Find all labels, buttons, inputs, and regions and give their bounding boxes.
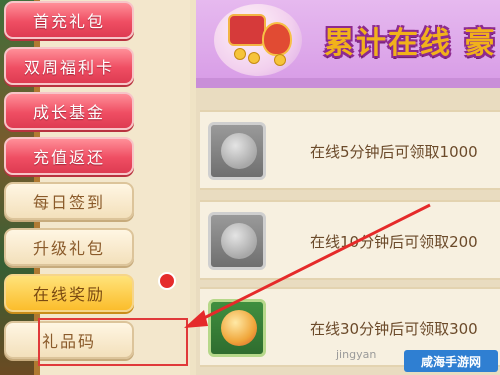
reward-text: 在线5分钟后可领取1000 xyxy=(310,143,478,161)
reward-text: 在线10分钟后可领取200 xyxy=(310,233,478,251)
notification-dot xyxy=(158,272,176,290)
grey-locked-reward-icon[interactable] xyxy=(208,212,266,270)
gold-reward-icon[interactable] xyxy=(208,299,266,357)
menu-item-online-reward[interactable]: 在线奖励 xyxy=(4,274,134,312)
treasure-icon xyxy=(214,4,302,76)
reward-row: 在线5分钟后可领取1000 xyxy=(200,110,500,190)
menu-item-first-charge[interactable]: 首充礼包 xyxy=(4,1,134,39)
menu-item-growth-fund[interactable]: 成长基金 xyxy=(4,92,134,130)
banner: 累计在线 豪 xyxy=(196,0,500,88)
grey-locked-reward-icon[interactable] xyxy=(208,122,266,180)
banner-title: 累计在线 豪 xyxy=(324,26,497,61)
menu-item-level-gift[interactable]: 升级礼包 xyxy=(4,228,134,266)
watermark-logo: 咸海手游网 xyxy=(404,350,498,372)
menu-item-daily-checkin[interactable]: 每日签到 xyxy=(4,182,134,220)
menu-item-biweekly-card[interactable]: 双周福利卡 xyxy=(4,47,134,85)
reward-text: 在线30分钟后可领取300 xyxy=(310,320,478,338)
reward-row: 在线10分钟后可领取200 xyxy=(200,200,500,280)
menu-item-recharge-return[interactable]: 充值返还 xyxy=(4,137,134,175)
highlight-box xyxy=(38,318,188,366)
watermark-left: jingyan xyxy=(336,348,377,361)
